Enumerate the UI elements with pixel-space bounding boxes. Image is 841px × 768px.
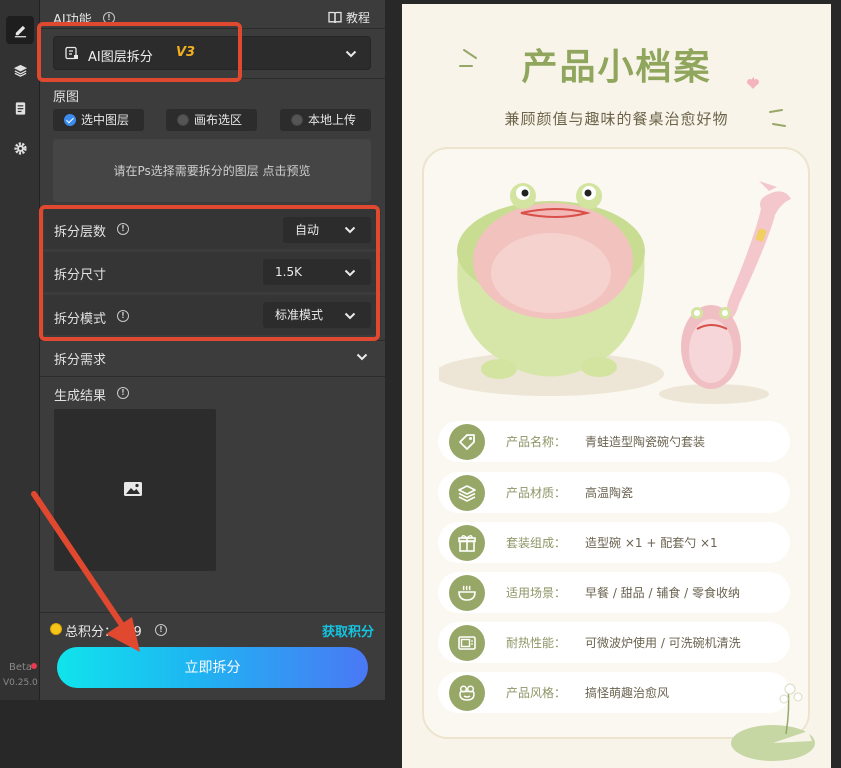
lily-pad-decoration bbox=[731, 683, 815, 761]
tutorial-link[interactable]: 教程 bbox=[328, 9, 370, 26]
gift-icon bbox=[449, 525, 485, 561]
product-info-frame: 产品名称： 青蛙造型陶瓷碗勺套装 产品材质： 高温陶瓷 套装组成： 造型碗 ×1… bbox=[422, 147, 810, 739]
points-label: 总积分： bbox=[65, 625, 118, 640]
source-label: 原图 bbox=[53, 90, 80, 105]
info-key: 产品风格： bbox=[506, 686, 567, 700]
card-title: 产品小档案 bbox=[521, 47, 712, 88]
info-key: 产品材质： bbox=[506, 486, 567, 500]
chevron-down-icon bbox=[356, 353, 368, 361]
info-row-material: 产品材质： 高温陶瓷 bbox=[438, 472, 790, 513]
radio-label: 画布选区 bbox=[194, 113, 243, 127]
info-value: 高温陶瓷 bbox=[585, 486, 634, 500]
radio-unchecked-icon bbox=[291, 114, 303, 126]
microwave-icon bbox=[449, 625, 485, 661]
radio-canvas-selection[interactable]: 画布选区 bbox=[166, 109, 257, 131]
document-icon[interactable] bbox=[6, 94, 34, 122]
info-row-name: 产品名称： 青蛙造型陶瓷碗勺套装 bbox=[438, 421, 790, 462]
source-preview-area[interactable]: 请在Ps选择需要拆分的图层 点击预览 bbox=[53, 139, 371, 202]
gear-icon[interactable] bbox=[6, 134, 34, 162]
card-subtitle: 兼顾颜值与趣味的餐桌治愈好物 bbox=[504, 110, 729, 128]
requirements-label: 拆分需求 bbox=[54, 353, 107, 368]
info-key: 产品名称： bbox=[506, 435, 567, 449]
highlight-box-feature bbox=[37, 22, 242, 82]
result-info-icon[interactable]: ! bbox=[117, 387, 129, 399]
notification-dot bbox=[31, 663, 37, 669]
layers-icon[interactable] bbox=[6, 56, 34, 84]
pencil-icon[interactable] bbox=[6, 16, 34, 44]
info-value: 早餐 / 甜品 / 辅食 / 零食收纳 bbox=[585, 586, 741, 600]
info-value: 可微波炉使用 / 可洗碗机清洗 bbox=[585, 636, 741, 650]
radio-label: 选中图层 bbox=[81, 113, 130, 127]
radio-selected-layer[interactable]: 选中图层 bbox=[53, 109, 144, 131]
beta-label: Beta bbox=[9, 662, 33, 673]
bowl-icon bbox=[449, 575, 485, 611]
image-placeholder-icon bbox=[124, 482, 142, 496]
info-value: 造型碗 ×1 + 配套勺 ×1 bbox=[585, 536, 718, 550]
icon-rail: Beta V0.25.0 bbox=[0, 0, 40, 700]
tag-icon bbox=[449, 424, 485, 460]
preview-link[interactable]: 点击预览 bbox=[263, 162, 311, 179]
info-row-scenario: 适用场景： 早餐 / 甜品 / 辅食 / 零食收纳 bbox=[438, 572, 790, 613]
result-preview-box bbox=[54, 409, 216, 571]
plugin-panel: AI功能 ! 教程 AI图层拆分 V3 原图 选中图层 画布选区 本地上传 请在… bbox=[37, 0, 385, 700]
result-label: 生成结果 bbox=[54, 389, 107, 404]
points-value: 999 bbox=[117, 625, 142, 640]
info-row-heat: 耐热性能： 可微波炉使用 / 可洗碗机清洗 bbox=[438, 622, 790, 663]
radio-unchecked-icon bbox=[177, 114, 189, 126]
total-points: 总积分：999 bbox=[65, 621, 142, 640]
coin-icon bbox=[50, 623, 62, 635]
info-key: 耐热性能： bbox=[506, 636, 567, 650]
tutorial-label: 教程 bbox=[346, 11, 371, 25]
upload-hint: 请在Ps选择需要拆分的图层 bbox=[113, 164, 259, 178]
frog-face-icon bbox=[449, 675, 485, 711]
stack-icon bbox=[449, 475, 485, 511]
radio-label: 本地上传 bbox=[308, 113, 357, 127]
product-card: 产品小档案 兼顾颜值与趣味的餐桌治愈好物 产品名称： 青蛙造型陶瓷碗勺套装 产品… bbox=[402, 4, 831, 768]
info-value: 搞怪萌趣治愈风 bbox=[585, 686, 670, 700]
info-row-set: 套装组成： 造型碗 ×1 + 配套勺 ×1 bbox=[438, 522, 790, 563]
version-label: V0.25.0 bbox=[3, 678, 38, 688]
radio-checked-icon bbox=[64, 114, 76, 126]
info-key: 适用场景： bbox=[506, 586, 567, 600]
book-icon bbox=[328, 11, 342, 24]
points-info-icon[interactable]: ! bbox=[155, 624, 167, 636]
info-value: 青蛙造型陶瓷碗勺套装 bbox=[585, 435, 706, 449]
split-now-button[interactable]: 立即拆分 bbox=[57, 647, 368, 688]
info-key: 套装组成： bbox=[506, 536, 567, 550]
radio-local-upload[interactable]: 本地上传 bbox=[280, 109, 371, 131]
get-points-link[interactable]: 获取积分 bbox=[322, 621, 374, 640]
product-photo bbox=[439, 181, 791, 404]
highlight-box-settings bbox=[39, 205, 380, 341]
chevron-down-icon bbox=[345, 50, 357, 58]
